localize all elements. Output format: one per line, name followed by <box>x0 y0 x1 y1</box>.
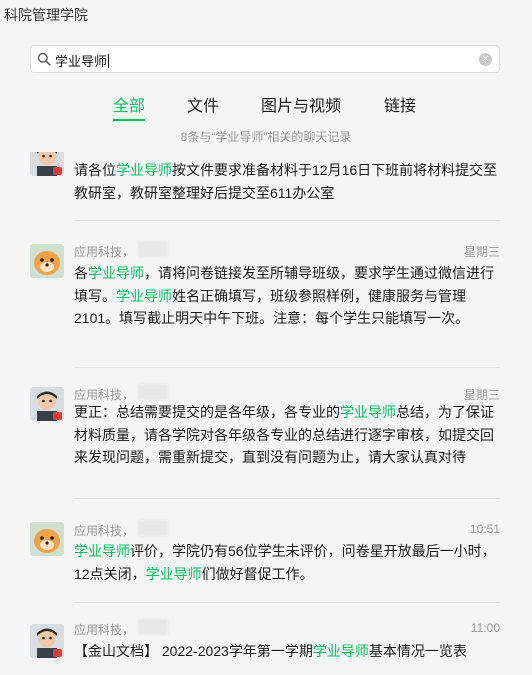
avatar <box>30 522 64 556</box>
window-title: 科院管理学院 <box>4 7 88 23</box>
divider <box>74 367 500 368</box>
message-fragment: 们做好督促工作。 <box>201 565 314 582</box>
tab-files[interactable]: 文件 <box>187 92 219 116</box>
keyword-highlight: 学业导师 <box>116 287 172 304</box>
avatar <box>30 152 64 176</box>
active-tab-underline <box>113 119 146 121</box>
divider <box>74 498 500 499</box>
message-fragment: 【金山文档】 2022-2023学年第一学期 <box>74 643 313 659</box>
keyword-highlight: 学业导师 <box>74 543 130 559</box>
tab-links[interactable]: 链接 <box>384 92 416 116</box>
keyword-highlight: 学业导师 <box>145 565 202 582</box>
redacted-name <box>138 384 168 400</box>
divider <box>74 602 500 603</box>
message-text: 请各位学业导师按文件要求准备材料于12月16日下班前将材料提交至教研室，教研室整… <box>74 159 506 204</box>
child-avatar-icon <box>30 152 64 176</box>
avatar <box>30 244 64 278</box>
child-avatar-icon <box>30 387 64 421</box>
message-fragment: 更正：总结需要提交的是各年级，各专业的 <box>74 404 340 420</box>
message-fragment: 基本情况一览表 <box>368 643 467 659</box>
message-time: 10:51 <box>469 522 500 536</box>
result-summary: 8条与“学业导师”相关的聊天记录 <box>180 130 352 144</box>
message-text: 各学业导师，请将问卷链接发至所辅导班级，要求学生通过微信进行填写。学业导师姓名正… <box>74 262 506 330</box>
sender-name: 应用科技， <box>74 245 135 259</box>
message-fragment: 请各位 <box>74 162 116 178</box>
search-input[interactable]: 学业导师 <box>55 51 110 70</box>
puppy-avatar-icon <box>30 244 64 278</box>
redacted-name <box>138 241 168 257</box>
tab-media[interactable]: 图片与视频 <box>261 92 341 116</box>
redacted-name <box>138 520 168 536</box>
sender-name: 应用科技， <box>74 623 135 637</box>
message-text: 学业导师评价，学院仍有56位学生未评价，问卷星开放最后一小时，12点关闭，学业导… <box>74 540 506 585</box>
message-fragment: 各 <box>74 265 88 281</box>
search-tabs: 全部 文件 图片与视频 链接 <box>0 92 532 124</box>
message-results-list: 请各位学业导师按文件要求准备材料于12月16日下班前将材料提交至教研室，教研室整… <box>0 152 532 675</box>
keyword-highlight: 学业导师 <box>340 404 396 420</box>
keyword-highlight: 学业导师 <box>88 265 144 281</box>
tab-all-label: 全部 <box>113 98 146 115</box>
avatar <box>30 624 64 658</box>
keyword-highlight: 学业导师 <box>116 162 172 178</box>
search-query: 学业导师 <box>55 54 108 69</box>
message-text: 【金山文档】 2022-2023学年第一学期学业导师基本情况一览表 <box>74 640 506 663</box>
tab-all[interactable]: 全部 <box>113 92 146 121</box>
search-box[interactable]: 学业导师 ✕ <box>30 45 500 73</box>
keyword-highlight: 学业导师 <box>312 643 369 659</box>
clear-search-icon[interactable]: ✕ <box>479 53 492 66</box>
message-text: 更正：总结需要提交的是各年级，各专业的学业导师总结，为了保证材料质量，请各学院对… <box>74 401 506 469</box>
message-time: 11:00 <box>470 621 500 635</box>
sender-name: 应用科技， <box>74 524 135 538</box>
redacted-name <box>138 619 168 635</box>
divider <box>74 220 500 221</box>
child-avatar-icon <box>30 624 64 658</box>
search-icon <box>37 52 51 66</box>
message-time: 星期三 <box>463 245 500 259</box>
avatar <box>30 387 64 421</box>
text-caret <box>108 54 110 68</box>
puppy-avatar-icon <box>30 522 64 556</box>
